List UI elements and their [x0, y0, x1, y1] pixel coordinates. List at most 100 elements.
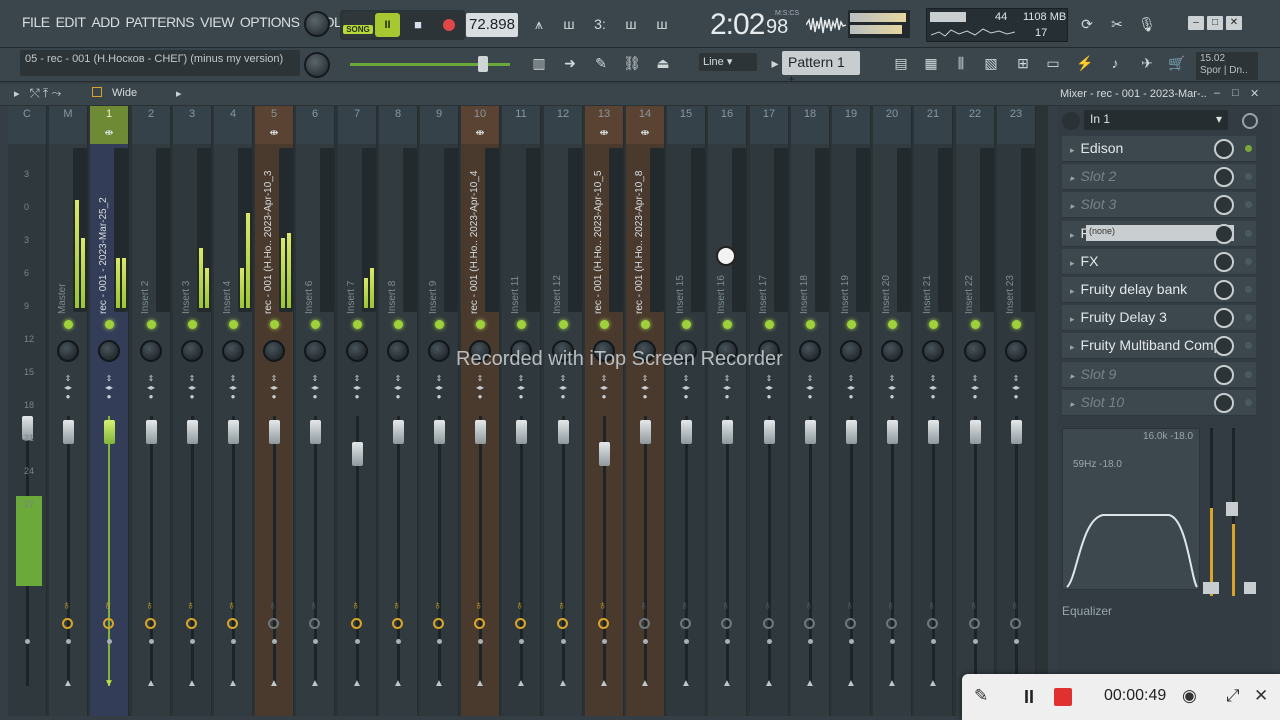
route-icon[interactable]: [433, 618, 444, 629]
mixer-strip-16[interactable]: 16 Insert 16 ⇕ ◂▸ ● ♁ ▲: [708, 106, 747, 716]
mixer-strip-4[interactable]: 4 Insert 4 ⇕ ◂▸ ● ♁ ▲: [214, 106, 253, 716]
send-icon[interactable]: ♁: [62, 598, 71, 612]
slot-enable-led[interactable]: [1245, 370, 1252, 378]
stereo-controls[interactable]: ⇕ ◂▸ ●: [502, 374, 540, 401]
mute-led[interactable]: [559, 320, 568, 329]
stereo-controls[interactable]: ⇕ ◂▸ ●: [956, 374, 994, 401]
stereo-controls[interactable]: ⇕ ◂▸ ●: [420, 374, 458, 401]
route-dot[interactable]: [849, 639, 854, 644]
send-icon[interactable]: ♁: [433, 598, 442, 612]
route-dot[interactable]: [808, 639, 813, 644]
strip-name[interactable]: Insert 2: [140, 154, 154, 314]
mixer-strip-15[interactable]: 15 Insert 15 ⇕ ◂▸ ● ♁ ▲: [667, 106, 706, 716]
plugin-picker-icon[interactable]: ⊞: [1010, 50, 1036, 76]
strip-name[interactable]: Insert 6: [304, 154, 318, 314]
route-arrow-icon[interactable]: ▲: [791, 678, 829, 689]
slot-chevron-icon[interactable]: ▸: [1070, 286, 1075, 296]
strip-name[interactable]: Insert 11: [510, 154, 524, 314]
route-icon[interactable]: [680, 618, 691, 629]
channel-rack-icon[interactable]: ▦: [918, 50, 944, 76]
mixer-strip-19[interactable]: 19 Insert 19 ⇕ ◂▸ ● ♁ ▲: [832, 106, 871, 716]
mixer-close-icon[interactable]: ✕: [1250, 87, 1259, 100]
news-panel[interactable]: 15.02 Spor | Dn..: [1196, 52, 1258, 80]
route-arrow-icon[interactable]: ▲: [750, 678, 788, 689]
volume-fader[interactable]: [805, 420, 816, 444]
menu-edit[interactable]: EDIT: [56, 14, 86, 30]
mixer-strip-14[interactable]: 14 ⇼ rec - 001 (Н.Но.. 2023-Apr-10_8 ⇕ ◂▸ ● ♁ ▲: [626, 106, 665, 716]
slot-chevron-icon[interactable]: ▸: [1070, 371, 1075, 381]
input-select[interactable]: In 1 ▾: [1084, 110, 1228, 130]
route-icon[interactable]: [721, 618, 732, 629]
refresh-icon[interactable]: ⟳: [1074, 11, 1100, 37]
strip-name[interactable]: Insert 3: [181, 154, 195, 314]
strip-name[interactable]: rec - 001 (Н.Но.. 2023-Apr-10_8: [634, 154, 648, 314]
fx-slot-9[interactable]: ▸ Slot 9: [1062, 361, 1256, 388]
volume-fader[interactable]: [764, 420, 775, 444]
fx-slot-8[interactable]: ▸ Fruity Multiband Compr..: [1062, 333, 1256, 360]
mute-led[interactable]: [64, 320, 73, 329]
mixer-strip-10[interactable]: 10 ⇼ rec - 001 (Н.Но.. 2023-Apr-10_4 ⇕ ◂▸ ● ♁ ▲: [461, 106, 500, 716]
mute-led[interactable]: [311, 320, 320, 329]
strip-name[interactable]: Insert 9: [428, 154, 442, 314]
mixer-tool-icons[interactable]: ⤲ ⤒ ⤳: [30, 86, 61, 101]
stereo-controls[interactable]: ⇕ ◂▸ ●: [90, 374, 128, 401]
mixer-strip-13[interactable]: 13 ⇼ rec - 001 (Н.Но.. 2023-Apr-10_5 ⇕ ◂▸ ● ♁ ▲: [585, 106, 624, 716]
route-arrow-icon[interactable]: ▲: [338, 678, 376, 689]
pan-knob[interactable]: [387, 340, 409, 362]
route-arrow-icon[interactable]: ▲: [544, 678, 582, 689]
route-icon[interactable]: [845, 618, 856, 629]
close-recorder-icon[interactable]: ✕: [1254, 686, 1268, 706]
route-icon[interactable]: [927, 618, 938, 629]
pan-knob[interactable]: [964, 340, 986, 362]
route-icon[interactable]: [598, 618, 609, 629]
play-button[interactable]: II: [375, 13, 400, 37]
mute-led[interactable]: [847, 320, 856, 329]
stereo-controls[interactable]: ⇕ ◂▸ ●: [132, 374, 170, 401]
route-arrow-icon[interactable]: ▲: [379, 678, 417, 689]
strip-name[interactable]: Insert 15: [675, 154, 689, 314]
slot-enable-led[interactable]: [1245, 145, 1252, 152]
mixer-strip-12[interactable]: 12 Insert 12 ⇕ ◂▸ ● ♁ ▲: [544, 106, 583, 716]
menu-view[interactable]: VIEW: [200, 14, 234, 30]
mute-led[interactable]: [1012, 320, 1021, 329]
mix-level-knob[interactable]: [1214, 251, 1234, 272]
route-dot[interactable]: [890, 639, 895, 644]
route-arrow-icon[interactable]: ▲: [502, 678, 540, 689]
route-arrow-icon[interactable]: ▲: [49, 678, 87, 689]
plugin-icon[interactable]: ⚡: [1072, 50, 1098, 76]
menu-patterns[interactable]: PATTERNS: [126, 14, 195, 30]
route-icon[interactable]: [557, 618, 568, 629]
route-icon[interactable]: [392, 618, 403, 629]
route-icon[interactable]: [515, 618, 526, 629]
route-dot[interactable]: [149, 639, 154, 644]
mixer-min-icon[interactable]: –: [1214, 87, 1220, 99]
mix-level-knob[interactable]: [1214, 223, 1234, 244]
stereo-controls[interactable]: ⇕ ◂▸ ●: [997, 374, 1035, 401]
fx-slot-3[interactable]: ▸ Slot 3: [1062, 192, 1256, 219]
mixer-strip-21[interactable]: 21 Insert 21 ⇕ ◂▸ ● ♁ ▲: [914, 106, 953, 716]
volume-fader[interactable]: [558, 420, 569, 444]
stereo-controls[interactable]: ⇕ ◂▸ ●: [49, 374, 87, 401]
route-dot[interactable]: [684, 639, 689, 644]
slot-enable-led[interactable]: [1245, 257, 1252, 265]
send-icon[interactable]: ♁: [1010, 598, 1019, 612]
mute-led[interactable]: [188, 320, 197, 329]
send-icon[interactable]: ♁: [227, 598, 236, 612]
slot-chevron-icon[interactable]: ▸: [1070, 258, 1075, 268]
send-icon[interactable]: ♁: [515, 598, 524, 612]
fx-slot-6[interactable]: ▸ Fruity delay bank: [1062, 277, 1256, 303]
equalizer-graph[interactable]: 16.0k -18.0 59Hz -18.0: [1062, 428, 1200, 590]
route-arrow-icon[interactable]: ▲: [296, 678, 334, 689]
route-icon[interactable]: [886, 618, 897, 629]
volume-fader[interactable]: [228, 420, 239, 444]
route-dot[interactable]: [931, 639, 936, 644]
route-icon[interactable]: [804, 618, 815, 629]
route-arrow-icon[interactable]: ▲: [132, 678, 170, 689]
mixer-strip-2[interactable]: 2 Insert 2 ⇕ ◂▸ ● ♁ ▲: [132, 106, 171, 716]
stereo-controls[interactable]: ⇕ ◂▸ ●: [667, 374, 705, 401]
slot-chevron-icon[interactable]: ▸: [1070, 230, 1075, 240]
camera-icon[interactable]: ◉: [1182, 686, 1197, 706]
send-icon[interactable]: ♁: [927, 598, 936, 612]
stereo-controls[interactable]: ⇕ ◂▸ ●: [173, 374, 211, 401]
volume-fader[interactable]: [63, 420, 74, 444]
